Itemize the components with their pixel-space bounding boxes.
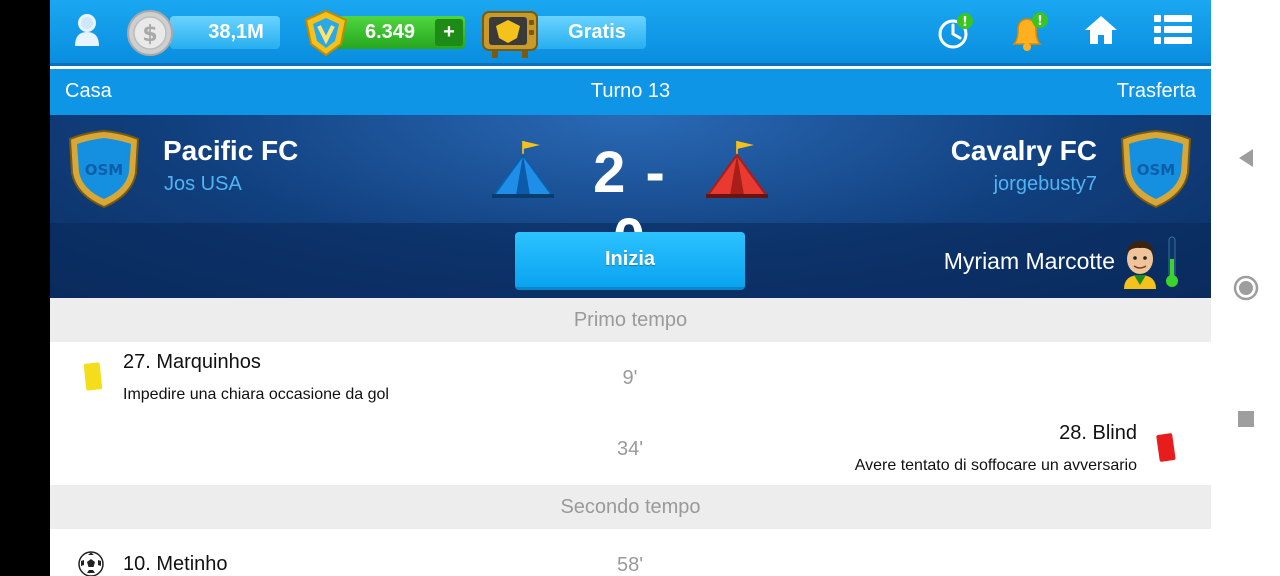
event-row: 10. Metinho 58'	[50, 529, 1211, 576]
goal-ball-icon	[78, 551, 104, 576]
coins-value: 38,1M	[208, 21, 264, 43]
start-match-label: Inizia	[604, 248, 655, 270]
away-team-name[interactable]: Cavalry FC	[951, 135, 1097, 167]
section-first-half: Primo tempo	[50, 298, 1211, 342]
android-back-button[interactable]	[1211, 146, 1280, 170]
coins-counter[interactable]: 38,1M	[170, 16, 280, 49]
profile-icon[interactable]	[72, 12, 102, 48]
event-player[interactable]: 27. Marquinhos	[123, 351, 261, 374]
home-team-name[interactable]: Pacific FC	[163, 135, 298, 167]
event-minute: 9'	[622, 367, 638, 389]
top-bar: 38,1M $ 6.349 + Gratis ! !	[50, 0, 1211, 66]
referee-name[interactable]: Myriam Marcotte	[944, 248, 1115, 275]
menu-list-icon[interactable]	[1154, 14, 1192, 46]
home-tent-icon	[490, 137, 556, 199]
section-first-half-title: Primo tempo	[573, 308, 688, 331]
event-minute: 58'	[616, 554, 644, 576]
event-player[interactable]: 28. Blind	[1059, 422, 1137, 445]
boss-coins-value: 6.349	[365, 21, 416, 43]
red-card-icon	[1156, 433, 1176, 463]
start-match-button[interactable]: Inizia	[515, 232, 745, 290]
referee-avatar[interactable]	[1120, 235, 1160, 289]
home-badge-text: OSM	[85, 161, 123, 179]
free-tv-label: Gratis	[568, 21, 626, 43]
android-navigation-bar	[1211, 0, 1280, 576]
android-home-button[interactable]	[1211, 274, 1280, 302]
yellow-card-icon	[83, 362, 103, 392]
section-second-half-title: Secondo tempo	[560, 495, 701, 518]
event-row: 34' 28. Blind Avere tentato di soffocare…	[50, 413, 1211, 484]
away-tent-icon	[704, 137, 770, 199]
coin-icon: $	[127, 10, 173, 56]
android-recents-button[interactable]	[1211, 408, 1280, 430]
round-label: Turno 13	[590, 80, 671, 102]
notifications-bell-icon[interactable]: !	[1008, 10, 1052, 52]
event-row: 27. Marquinhos Impedire una chiara occas…	[50, 342, 1211, 413]
event-player[interactable]: 10. Metinho	[123, 553, 228, 576]
svg-text:!: !	[1037, 14, 1043, 29]
svg-text:$: $	[142, 22, 157, 47]
boss-coins-add-button[interactable]: +	[435, 19, 463, 46]
referee-thermometer-icon	[1164, 235, 1180, 289]
section-second-half: Secondo tempo	[50, 485, 1211, 529]
svg-text:!: !	[962, 15, 968, 30]
home-club-badge[interactable]: OSM	[66, 129, 142, 209]
away-badge-text: OSM	[1137, 161, 1175, 179]
home-icon[interactable]	[1084, 14, 1118, 46]
event-description: Impedire una chiara occasione da gol	[123, 386, 389, 403]
match-subheader: Casa Turno 13 Trasferta	[50, 69, 1211, 115]
event-description: Avere tentato di soffocare un avversario	[854, 457, 1137, 474]
scoreboard: OSM Pacific FC Jos USA 2 - 0	[50, 115, 1211, 298]
tv-icon	[480, 8, 540, 60]
away-manager-name[interactable]: jorgebusty7	[994, 173, 1097, 196]
event-minute: 34'	[616, 438, 644, 460]
away-club-badge[interactable]: OSM	[1118, 129, 1194, 209]
home-manager-name[interactable]: Jos USA	[164, 173, 242, 196]
timer-icon[interactable]: !	[936, 12, 976, 52]
away-label: Trasferta	[1116, 80, 1196, 102]
boss-coin-icon	[301, 8, 351, 58]
app-screen: 38,1M $ 6.349 + Gratis ! ! Casa Turno 13…	[50, 0, 1211, 576]
